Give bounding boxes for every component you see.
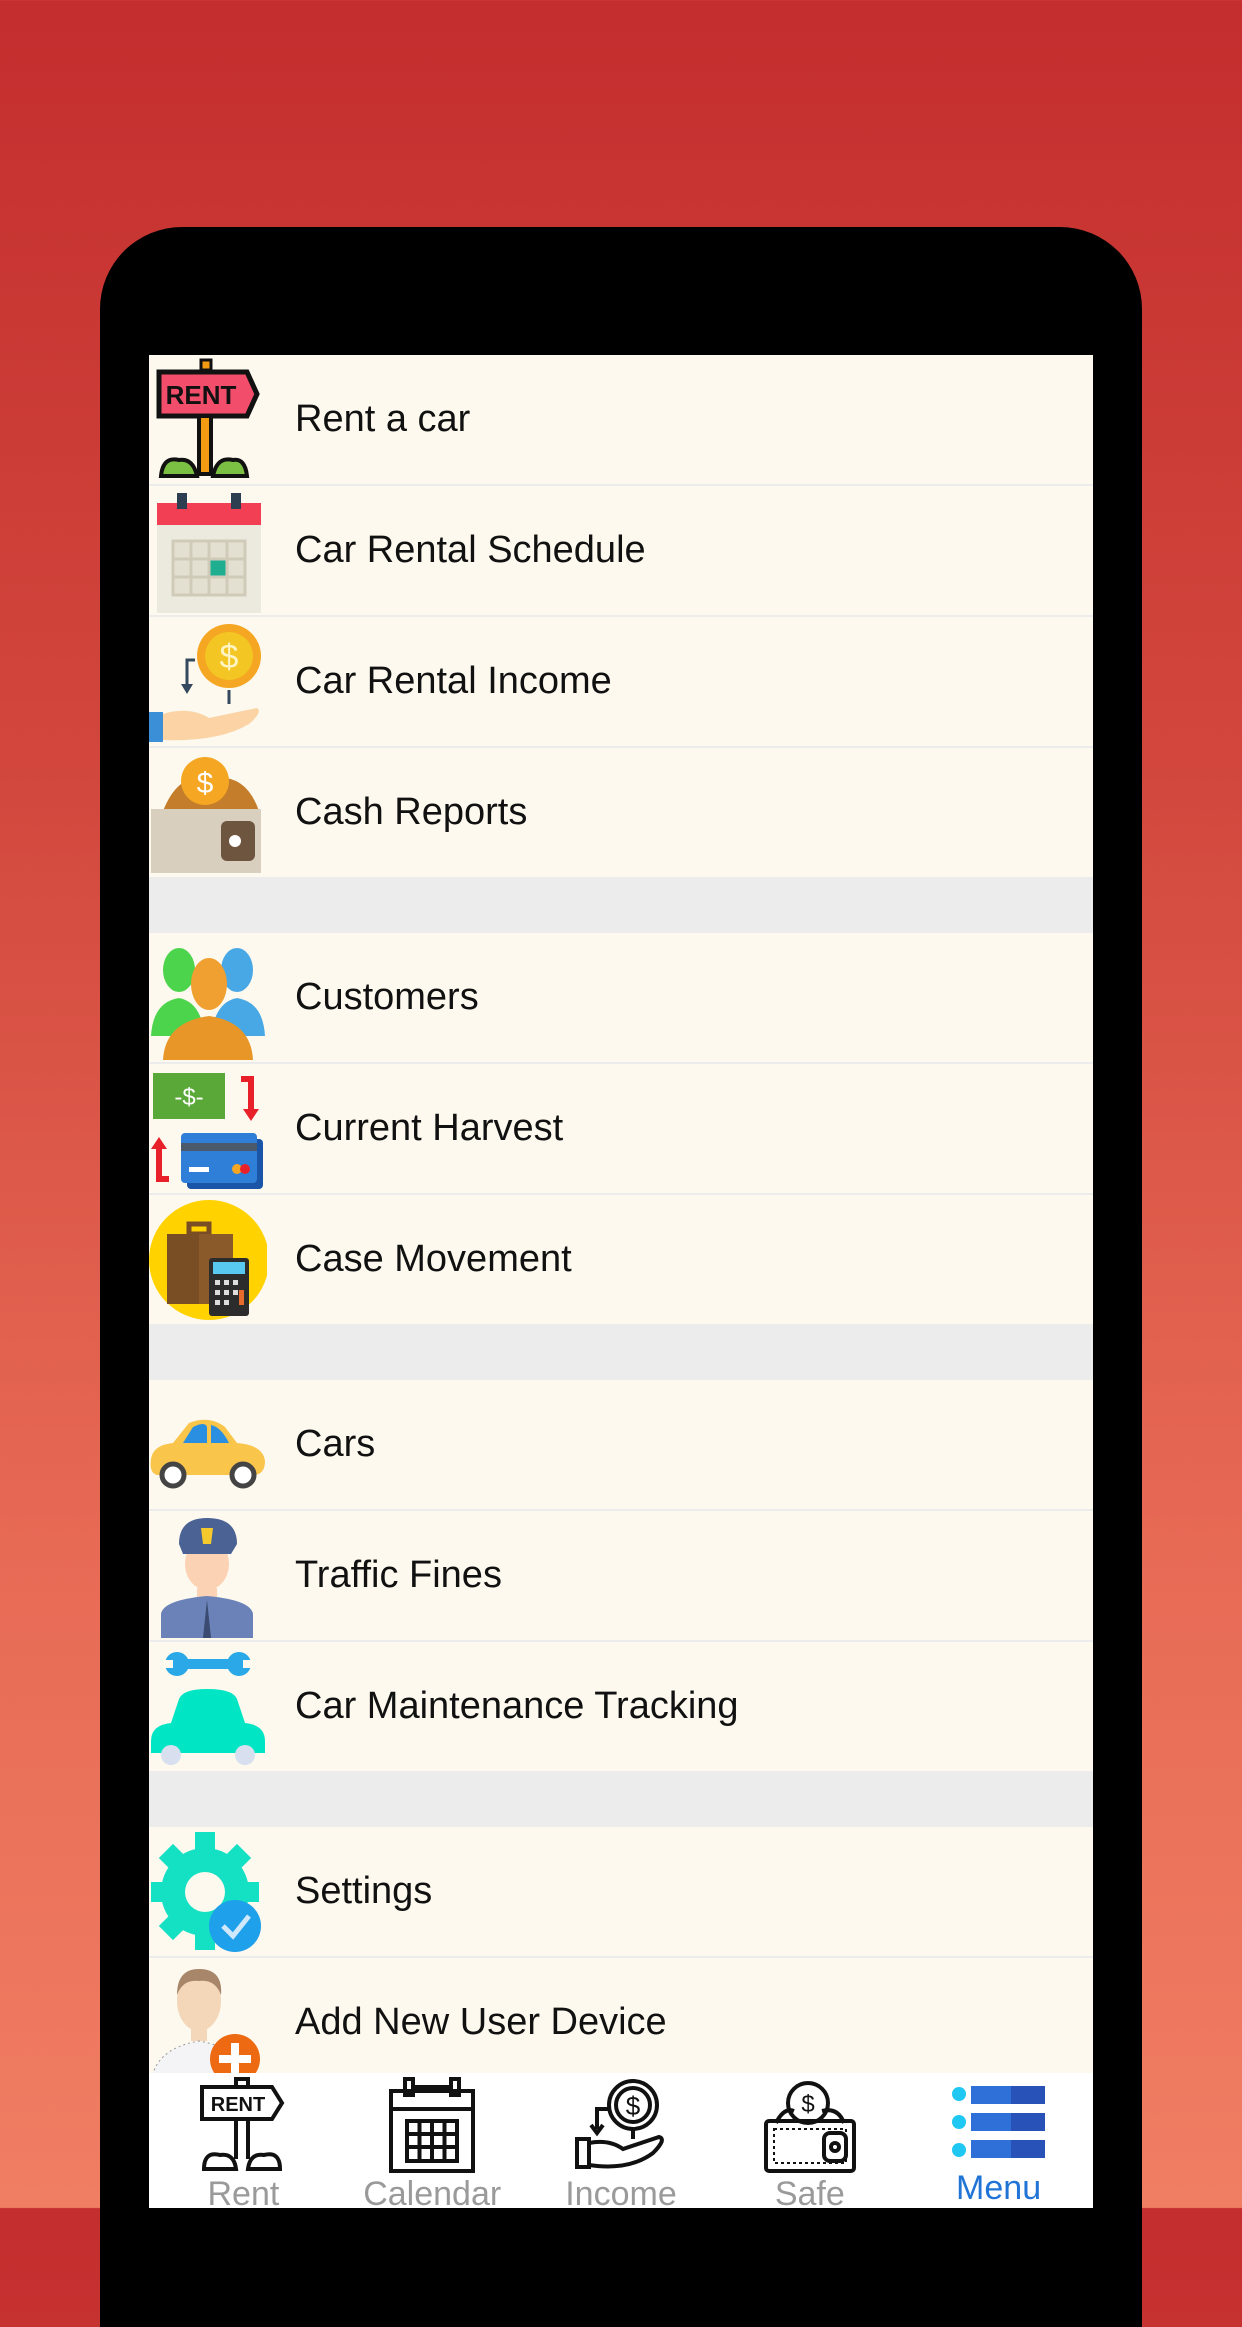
coin-hand-icon: $	[571, 2077, 671, 2173]
menu-item-add-new-user-device[interactable]: Add New User Device	[149, 1958, 1093, 2089]
car-icon	[149, 1382, 267, 1508]
menu-item-label: Customers	[295, 976, 479, 1018]
svg-text:$: $	[801, 2091, 814, 2118]
tab-label: Rent	[207, 2175, 280, 2208]
menu-item-label: Car Rental Income	[295, 660, 612, 702]
menu-item-label: Case Movement	[295, 1238, 572, 1280]
rent-sign-icon: RENT	[149, 357, 267, 483]
wallet-icon: $	[149, 750, 267, 876]
menu-item-rent-a-car[interactable]: RENT Rent a car	[149, 355, 1093, 486]
cash-card-exchange-icon: -$-	[149, 1066, 267, 1192]
calendar-icon	[149, 488, 267, 614]
menu-item-case-movement[interactable]: Case Movement	[149, 1195, 1093, 1326]
section-separator	[149, 1773, 1093, 1827]
svg-text:RENT: RENT	[211, 2094, 265, 2116]
menu-item-cash-reports[interactable]: $ Cash Reports	[149, 748, 1093, 879]
bottom-tab-bar: RENT Rent Calendar $ Income $ Safe Menu	[149, 2073, 1093, 2208]
tab-income[interactable]: $ Income	[527, 2073, 716, 2208]
section-separator	[149, 1326, 1093, 1380]
police-officer-icon	[149, 1513, 267, 1639]
list-menu-icon	[949, 2077, 1049, 2167]
wrench-car-icon	[149, 1644, 267, 1770]
gear-check-icon	[149, 1829, 267, 1955]
menu-item-settings[interactable]: Settings	[149, 1827, 1093, 1958]
tab-label: Safe	[774, 2175, 845, 2208]
menu-item-label: Traffic Fines	[295, 1554, 502, 1596]
menu-item-traffic-fines[interactable]: Traffic Fines	[149, 1511, 1093, 1642]
briefcase-calculator-icon	[149, 1197, 267, 1323]
users-icon	[149, 935, 267, 1061]
wallet-icon: $	[760, 2077, 860, 2173]
menu-item-customers[interactable]: Customers	[149, 933, 1093, 1064]
menu-item-current-harvest[interactable]: -$- Current Harvest	[149, 1064, 1093, 1195]
menu-item-label: Cars	[295, 1423, 376, 1465]
svg-text:RENT: RENT	[166, 380, 237, 410]
menu-item-car-rental-income[interactable]: $ Car Rental Income	[149, 617, 1093, 748]
svg-text:$: $	[626, 2091, 641, 2121]
menu-item-label: Car Maintenance Tracking	[295, 1685, 739, 1727]
tab-label: Calendar	[363, 2175, 502, 2208]
menu-item-label: Add New User Device	[295, 2001, 667, 2043]
tab-rent[interactable]: RENT Rent	[149, 2073, 338, 2208]
tab-safe[interactable]: $ Safe	[715, 2073, 904, 2208]
menu-item-label: Cash Reports	[295, 791, 528, 833]
svg-text:-$-: -$-	[174, 1084, 203, 1111]
svg-text:$: $	[220, 638, 239, 676]
menu-item-label: Car Rental Schedule	[295, 529, 646, 571]
menu-item-car-maintenance-tracking[interactable]: Car Maintenance Tracking	[149, 1642, 1093, 1773]
tab-menu[interactable]: Menu	[904, 2073, 1093, 2208]
tab-calendar[interactable]: Calendar	[338, 2073, 527, 2208]
menu-item-label: Settings	[295, 1870, 433, 1912]
app-screen: RENT Rent a car Car Rental Schedule $ Ca…	[149, 355, 1093, 2208]
tab-label: Menu	[956, 2169, 1042, 2207]
add-user-icon	[149, 1960, 267, 2086]
menu-item-cars[interactable]: Cars	[149, 1380, 1093, 1511]
menu-item-label: Rent a car	[295, 398, 471, 440]
svg-text:$: $	[197, 767, 214, 800]
coin-hand-icon: $	[149, 619, 267, 745]
rent-sign-icon: RENT	[193, 2077, 293, 2173]
menu-item-label: Current Harvest	[295, 1107, 564, 1149]
calendar-icon	[382, 2077, 482, 2173]
section-separator	[149, 879, 1093, 933]
tab-label: Income	[565, 2175, 677, 2208]
menu-item-car-rental-schedule[interactable]: Car Rental Schedule	[149, 486, 1093, 617]
